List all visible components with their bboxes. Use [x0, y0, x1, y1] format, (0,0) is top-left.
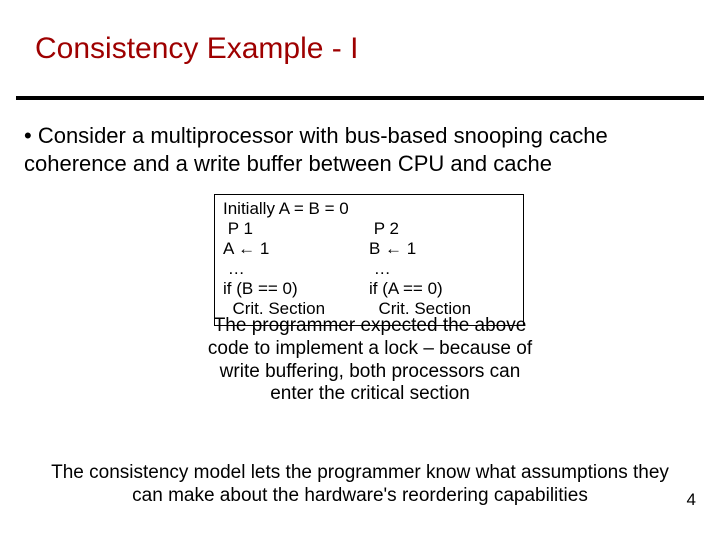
code-initial: Initially A = B = 0: [223, 199, 515, 219]
horizontal-rule: [16, 96, 704, 100]
code-box: Initially A = B = 0 P 1 A ← 1 … if (B ==…: [214, 194, 524, 326]
footer-text: The consistency model lets the programme…: [40, 462, 680, 508]
bullet-text: Consider a multiprocessor with bus-based…: [24, 123, 608, 176]
explanation-text: The programmer expected the above code t…: [205, 315, 535, 406]
slide: Consistency Example - I • Consider a mul…: [0, 0, 720, 540]
code-col-p1: P 1 A ← 1 … if (B == 0) Crit. Section: [223, 219, 369, 319]
code-columns: P 1 A ← 1 … if (B == 0) Crit. Section P …: [223, 219, 515, 319]
page-number: 4: [687, 490, 696, 510]
code-col-p2: P 2 B ← 1 … if (A == 0) Crit. Section: [369, 219, 515, 319]
p1-cond: if (B == 0): [223, 279, 369, 299]
bullet-item: • Consider a multiprocessor with bus-bas…: [24, 122, 684, 177]
p2-cond: if (A == 0): [369, 279, 515, 299]
bullet-marker: •: [24, 123, 32, 148]
p1-assign: A ← 1: [223, 239, 369, 259]
slide-title: Consistency Example - I: [35, 32, 358, 66]
p2-assign: B ← 1: [369, 239, 515, 259]
p2-dots: …: [369, 259, 515, 279]
p2-name: P 2: [369, 219, 515, 239]
p1-name: P 1: [223, 219, 369, 239]
p1-dots: …: [223, 259, 369, 279]
